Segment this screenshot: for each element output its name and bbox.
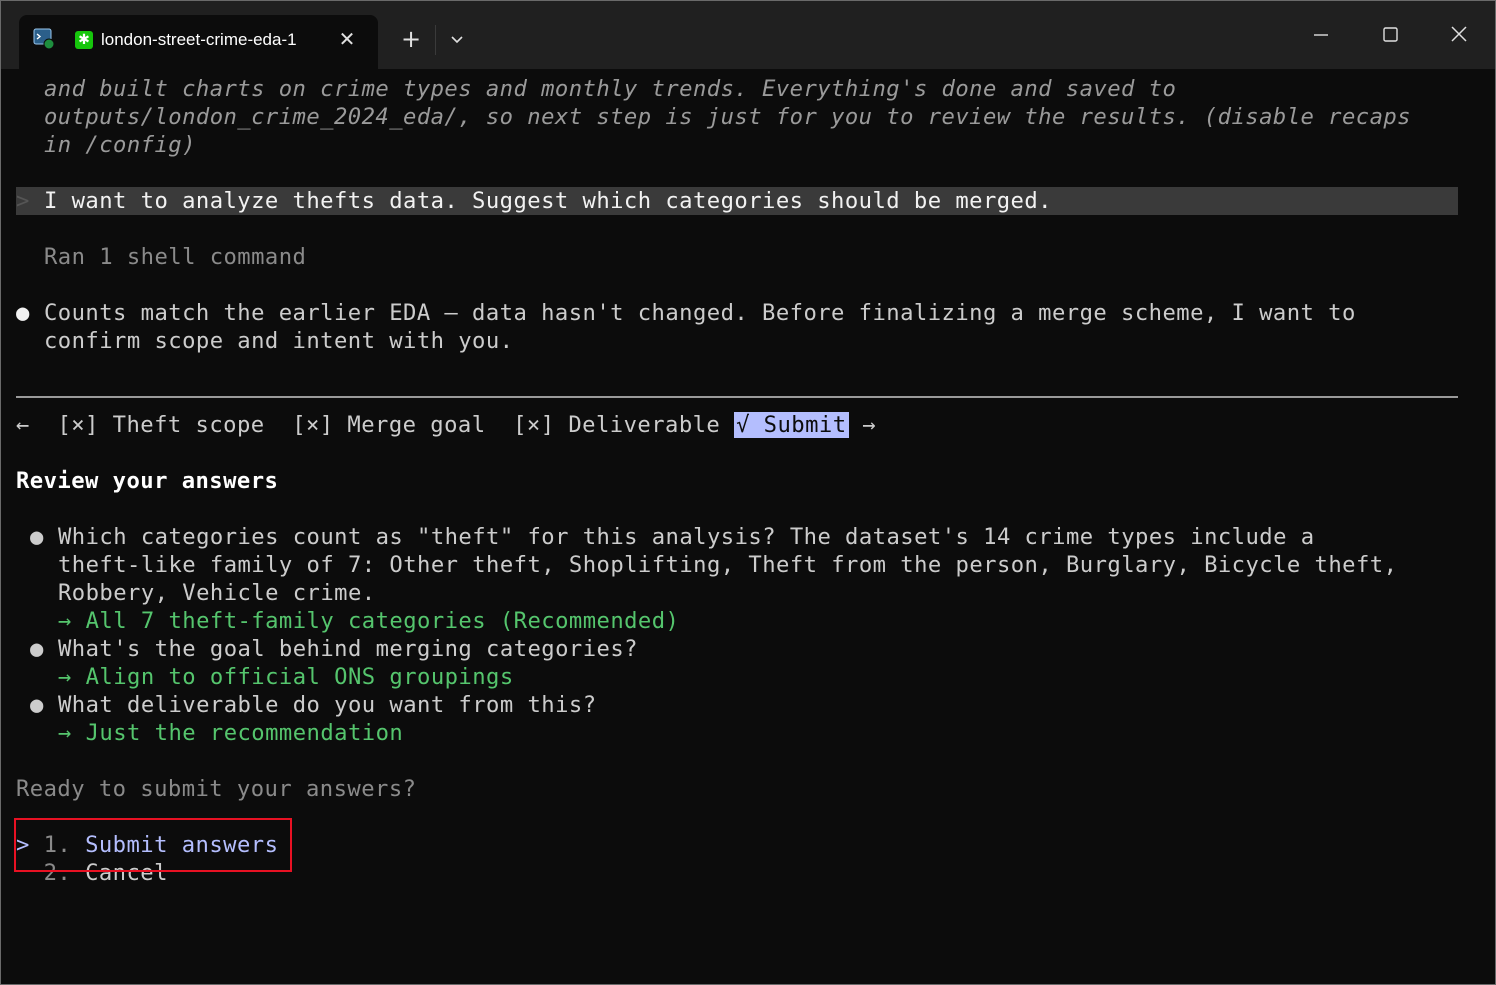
assistant-message-line: confirm scope and intent with you. (44, 328, 514, 354)
tab-submit[interactable]: √ Submit (734, 412, 849, 438)
arrow-right-icon[interactable]: → (862, 412, 876, 438)
bullet-icon: ● (30, 524, 44, 550)
question-text: Which categories count as "theft" for th… (58, 524, 1315, 550)
user-prompt-marker: > (16, 188, 30, 214)
terminal-tab[interactable]: ✱ london-street-crime-eda-1 ✕ (19, 15, 378, 69)
question-text: Robbery, Vehicle crime. (58, 580, 376, 606)
tab-favicon-icon: ✱ (75, 31, 93, 49)
title-bar: ✱ london-street-crime-eda-1 ✕ + (1, 1, 1495, 69)
question-text: What deliverable do you want from this? (58, 692, 597, 718)
tab-deliverable[interactable]: [×] Deliverable (513, 412, 720, 438)
terminal-content: and built charts on crime types and mont… (1, 71, 1495, 984)
terminal-app-icon (33, 28, 55, 50)
assistant-message-line: Counts match the earlier EDA — data hasn… (44, 300, 1356, 326)
recap-line: and built charts on crime types and mont… (44, 76, 1177, 102)
divider (16, 396, 1458, 398)
maximize-icon[interactable] (1374, 19, 1406, 51)
recap-line: in /config) (44, 132, 196, 158)
highlight-box (14, 818, 292, 872)
answer-text: → Align to official ONS groupings (58, 664, 514, 690)
ready-prompt: Ready to submit your answers? (16, 776, 417, 802)
tab-merge-goal[interactable]: [×] Merge goal (292, 412, 485, 438)
tab-separator (435, 25, 436, 55)
question-nav: ← [×] Theft scope [×] Merge goal [×] Del… (16, 411, 876, 439)
tab-theft-scope[interactable]: [×] Theft scope (57, 412, 264, 438)
bullet-icon: ● (30, 692, 44, 718)
chevron-down-icon[interactable] (445, 27, 469, 51)
answer-text: → Just the recommendation (58, 720, 404, 746)
terminal-window: ✱ london-street-crime-eda-1 ✕ + and buil… (0, 0, 1496, 985)
answer-text: → All 7 theft-family categories (Recomme… (58, 608, 680, 634)
user-message: I want to analyze thefts data. Suggest w… (44, 188, 1052, 214)
ran-command-line: Ran 1 shell command (44, 244, 307, 270)
question-text: What's the goal behind merging categorie… (58, 636, 638, 662)
window-close-icon[interactable] (1443, 19, 1475, 51)
recap-line: outputs/london_crime_2024_eda/, so next … (44, 104, 1411, 130)
review-heading: Review your answers (16, 468, 279, 494)
close-icon[interactable]: ✕ (335, 27, 359, 51)
bullet-icon: ● (16, 300, 30, 326)
question-text: theft-like family of 7: Other theft, Sho… (58, 552, 1398, 578)
bullet-icon: ● (30, 636, 44, 662)
minimize-icon[interactable] (1305, 19, 1337, 51)
tab-title: london-street-crime-eda-1 (101, 30, 297, 49)
plus-icon[interactable]: + (399, 25, 423, 53)
arrow-left-icon[interactable]: ← (16, 412, 30, 438)
